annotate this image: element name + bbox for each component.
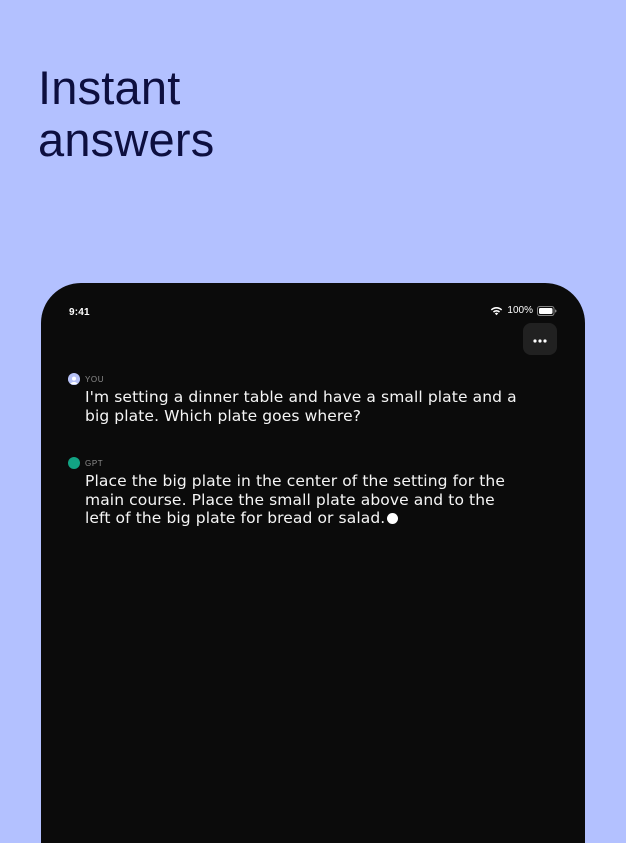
sender-label: GPT <box>85 458 104 468</box>
message-assistant: GPT Place the big plate in the center of… <box>68 456 525 528</box>
headline-line-1: Instant <box>38 61 181 114</box>
more-options-button[interactable] <box>523 323 557 355</box>
status-time: 9:41 <box>69 307 90 318</box>
wifi-icon <box>490 306 503 316</box>
headline-line-2: answers <box>38 113 215 166</box>
assistant-avatar <box>68 457 80 469</box>
message-header: GPT <box>68 456 525 470</box>
battery-icon <box>537 305 557 316</box>
message-text: Place the big plate in the center of the… <box>85 472 525 528</box>
message-text-content: Place the big plate in the center of the… <box>85 472 505 527</box>
headline: Instant answers <box>38 62 214 166</box>
message-text: I'm setting a dinner table and have a sm… <box>85 388 517 425</box>
user-avatar <box>68 373 80 385</box>
message-header: YOU <box>68 372 525 386</box>
typing-cursor-icon <box>387 513 399 524</box>
message-user: YOU I'm setting a dinner table and have … <box>68 372 525 425</box>
status-bar: 9:41 100% <box>41 283 585 323</box>
more-horizontal-icon <box>533 330 547 348</box>
sender-label: YOU <box>85 374 105 384</box>
battery-percentage: 100% <box>507 305 533 316</box>
status-indicators: 100% <box>490 305 557 316</box>
device-screen: 9:41 100% YOU I'm setting a dinner table… <box>41 283 585 843</box>
